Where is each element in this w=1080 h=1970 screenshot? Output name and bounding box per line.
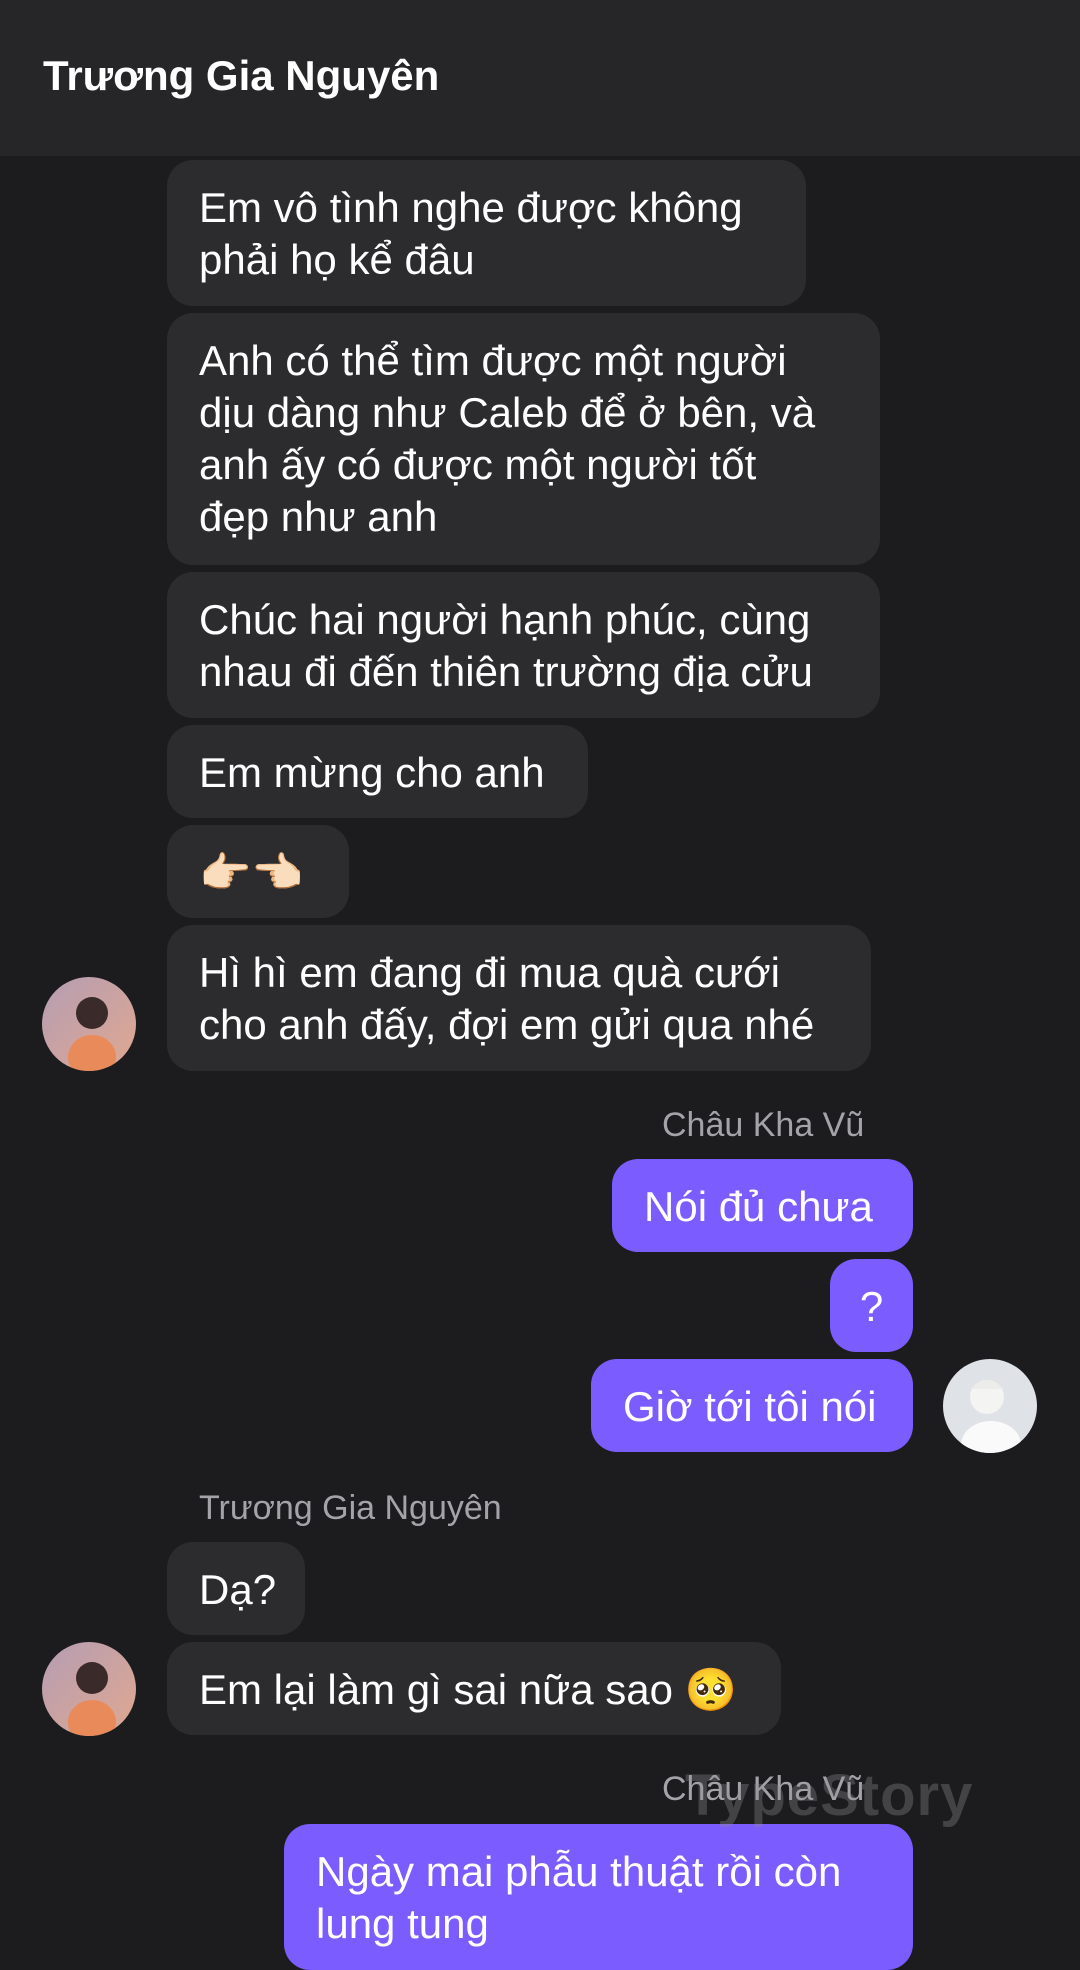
message-bubble-incoming[interactable]: Chúc hai người hạnh phúc, cùng nhau đi đ… — [167, 572, 880, 718]
message-bubble-incoming[interactable]: Em vô tình nghe được không phải họ kể đâ… — [167, 160, 806, 306]
avatar-photo-icon — [943, 1359, 1037, 1453]
avatar-photo-icon — [42, 977, 136, 1071]
chat-title[interactable]: Trương Gia Nguyên — [43, 52, 439, 100]
message-bubble-incoming[interactable]: Hì hì em đang đi mua quà cưới cho anh đấ… — [167, 925, 871, 1071]
avatar-incoming[interactable] — [42, 1642, 136, 1736]
message-bubble-incoming[interactable]: 👉🏻👈🏻 — [167, 825, 349, 918]
message-bubble-incoming[interactable]: Em mừng cho anh — [167, 725, 588, 818]
avatar-photo-icon — [42, 1642, 136, 1736]
chat-header: Trương Gia Nguyên — [0, 0, 1080, 156]
message-bubble-outgoing[interactable]: Nói đủ chưa — [612, 1159, 913, 1252]
message-bubble-incoming[interactable]: Em lại làm gì sai nữa sao 🥺 — [167, 1642, 781, 1735]
message-bubble-outgoing[interactable]: Giờ tới tôi nói — [591, 1359, 913, 1452]
avatar-incoming[interactable] — [42, 977, 136, 1071]
message-bubble-incoming[interactable]: Anh có thể tìm được một người dịu dàng n… — [167, 313, 880, 565]
message-bubble-outgoing[interactable]: Ngày mai phẫu thuật rồi còn lung tung — [284, 1824, 913, 1970]
message-bubble-outgoing[interactable]: ? — [830, 1259, 913, 1352]
sender-name: Châu Kha Vũ — [662, 1106, 865, 1144]
message-bubble-incoming[interactable]: Dạ? — [167, 1542, 305, 1635]
watermark: TypeStory — [685, 1763, 974, 1828]
sender-name: Trương Gia Nguyên — [199, 1489, 502, 1527]
avatar-outgoing[interactable] — [943, 1359, 1037, 1453]
